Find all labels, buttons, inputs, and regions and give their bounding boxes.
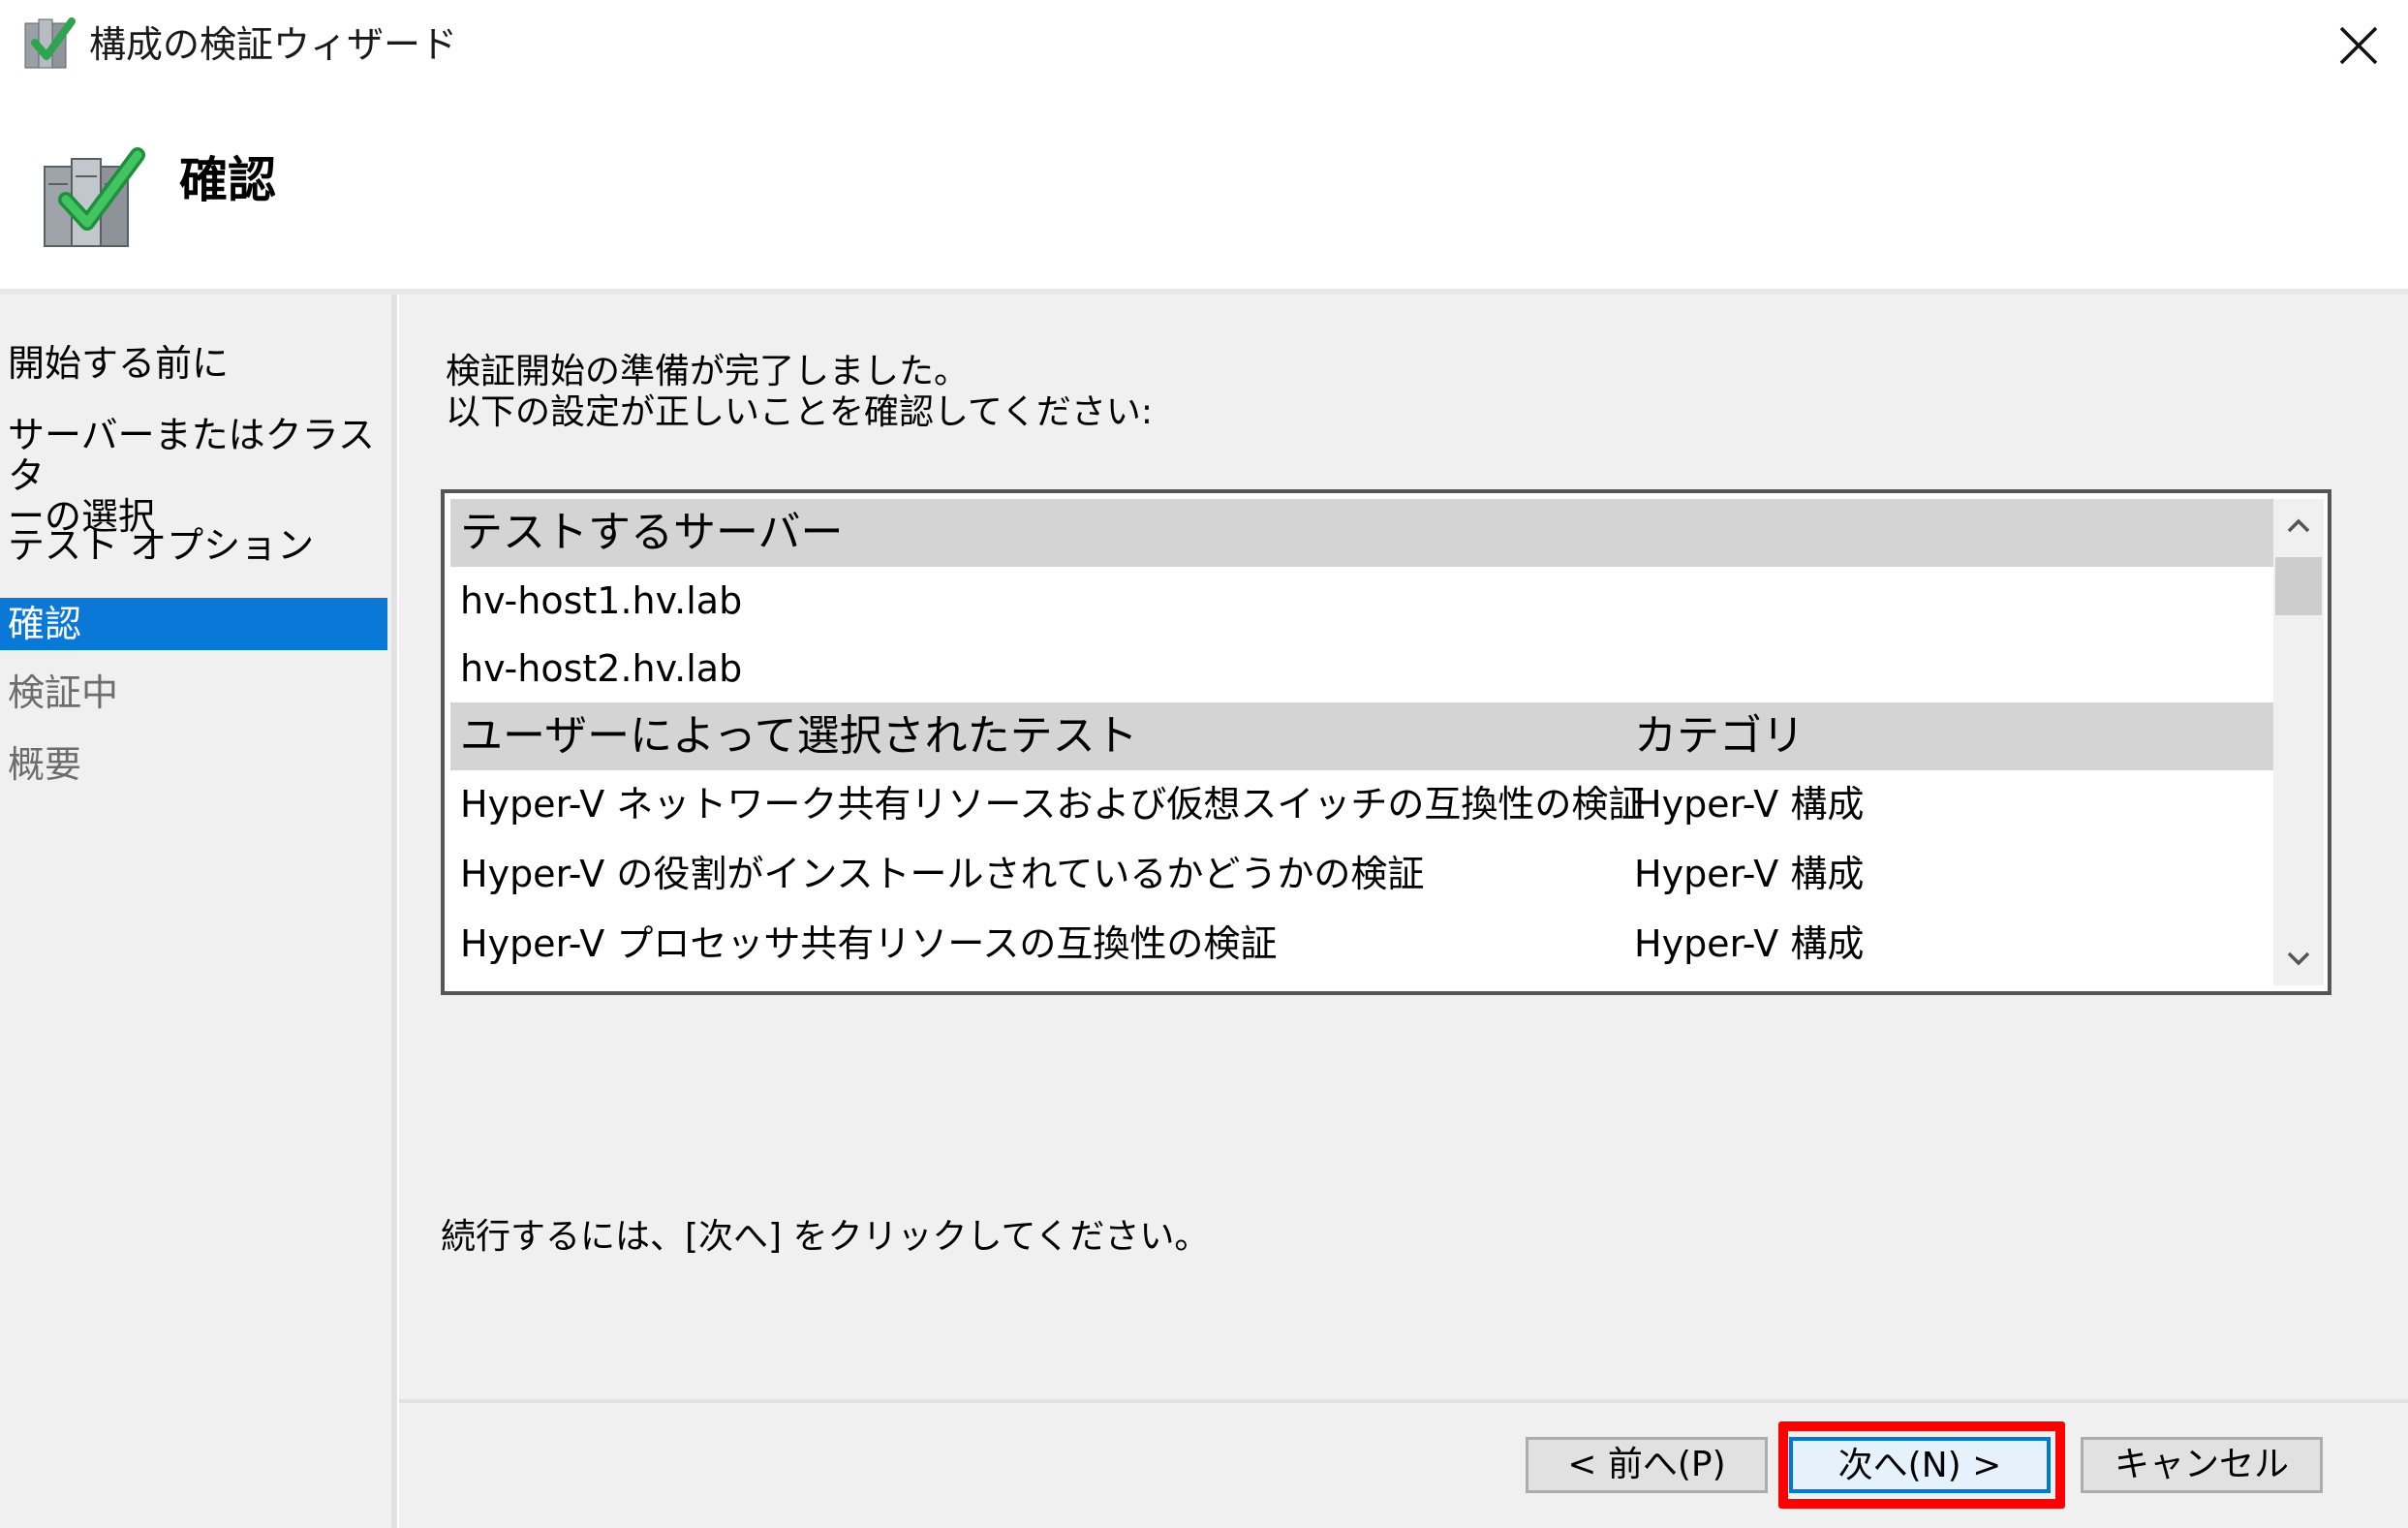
- scroll-up-button[interactable]: [2273, 499, 2324, 553]
- nav-step-select-servers[interactable]: サーバーまたはクラスタ ーの選択: [0, 415, 387, 537]
- page-header: 確認: [0, 97, 2408, 291]
- category-header-label: カテゴリ: [1634, 711, 1805, 761]
- list-item-test[interactable]: Hyper-V プロセッサ共有リソースの互換性の検証 Hyper-V 構成: [450, 910, 2273, 978]
- cancel-button[interactable]: キャンセル: [2081, 1437, 2323, 1493]
- intro-text-line1: 検証開始の準備が完了しました。: [446, 352, 970, 391]
- page-title: 確認: [179, 152, 276, 208]
- list-group-header-servers: テストするサーバー: [450, 499, 2273, 567]
- scroll-thumb[interactable]: [2275, 557, 2322, 615]
- settings-listbox[interactable]: テストするサーバー hv-host1.hv.lab hv-host2.hv.la…: [441, 489, 2331, 995]
- list-item-server[interactable]: hv-host1.hv.lab: [450, 567, 2273, 635]
- window-title: 構成の検証ウィザード: [89, 23, 458, 66]
- server-name: hv-host1.hv.lab: [460, 579, 743, 622]
- test-name: Hyper-V の役割がインストールされているかどうかの検証: [460, 853, 1425, 895]
- tests-header-label: ユーザーによって選択されたテスト: [460, 711, 1138, 761]
- list-group-header-tests: ユーザーによって選択されたテスト カテゴリ: [450, 702, 2273, 770]
- continue-instruction: 続行するには、[次へ] をクリックしてください。: [441, 1217, 1210, 1257]
- list-item-server[interactable]: hv-host2.hv.lab: [450, 635, 2273, 702]
- nav-step-label-line1: サーバーまたはクラスタ: [8, 414, 375, 497]
- test-name: Hyper-V ネットワーク共有リソースおよび仮想スイッチの互換性の検証: [460, 783, 1646, 826]
- nav-step-before-you-begin[interactable]: 開始する前に: [0, 343, 387, 384]
- scroll-down-button[interactable]: [2273, 931, 2324, 985]
- test-category: Hyper-V 構成: [1634, 922, 1865, 965]
- title-bar: 構成の検証ウィザード: [0, 0, 2408, 97]
- validate-config-wizard-icon: [21, 14, 76, 74]
- servers-check-icon: [37, 145, 148, 252]
- list-item-test[interactable]: Hyper-V の役割がインストールされているかどうかの検証 Hyper-V 構…: [450, 840, 2273, 908]
- intro-text-line2: 以下の設定が正しいことを確認してください:: [446, 392, 1153, 432]
- list-item-test[interactable]: Hyper-V ネットワーク共有リソースおよび仮想スイッチの互換性の検証 Hyp…: [450, 770, 2273, 838]
- wizard-steps-nav: 開始する前に サーバーまたはクラスタ ーの選択 テスト オプション 確認 検証中…: [0, 295, 397, 1528]
- next-button[interactable]: 次へ(N) >: [1789, 1437, 2051, 1493]
- settings-list: テストするサーバー hv-host1.hv.lab hv-host2.hv.la…: [450, 499, 2273, 985]
- test-category: Hyper-V 構成: [1634, 783, 1865, 826]
- test-category: Hyper-V 構成: [1634, 853, 1865, 895]
- previous-button[interactable]: < 前へ(P): [1526, 1437, 1768, 1493]
- nav-step-confirmation[interactable]: 確認: [0, 598, 387, 650]
- close-icon: [2339, 26, 2378, 65]
- server-name: hv-host2.hv.lab: [460, 647, 743, 690]
- chevron-up-icon: [2287, 518, 2310, 533]
- nav-step-summary: 概要: [8, 743, 82, 786]
- nav-step-test-options[interactable]: テスト オプション: [0, 525, 387, 566]
- vertical-scrollbar[interactable]: [2273, 499, 2324, 985]
- test-name: Hyper-V プロセッサ共有リソースの互換性の検証: [460, 922, 1278, 965]
- servers-header-label: テストするサーバー: [460, 508, 844, 557]
- close-button[interactable]: [2320, 12, 2397, 79]
- nav-step-validating: 検証中: [8, 671, 119, 714]
- chevron-down-icon: [2287, 951, 2310, 966]
